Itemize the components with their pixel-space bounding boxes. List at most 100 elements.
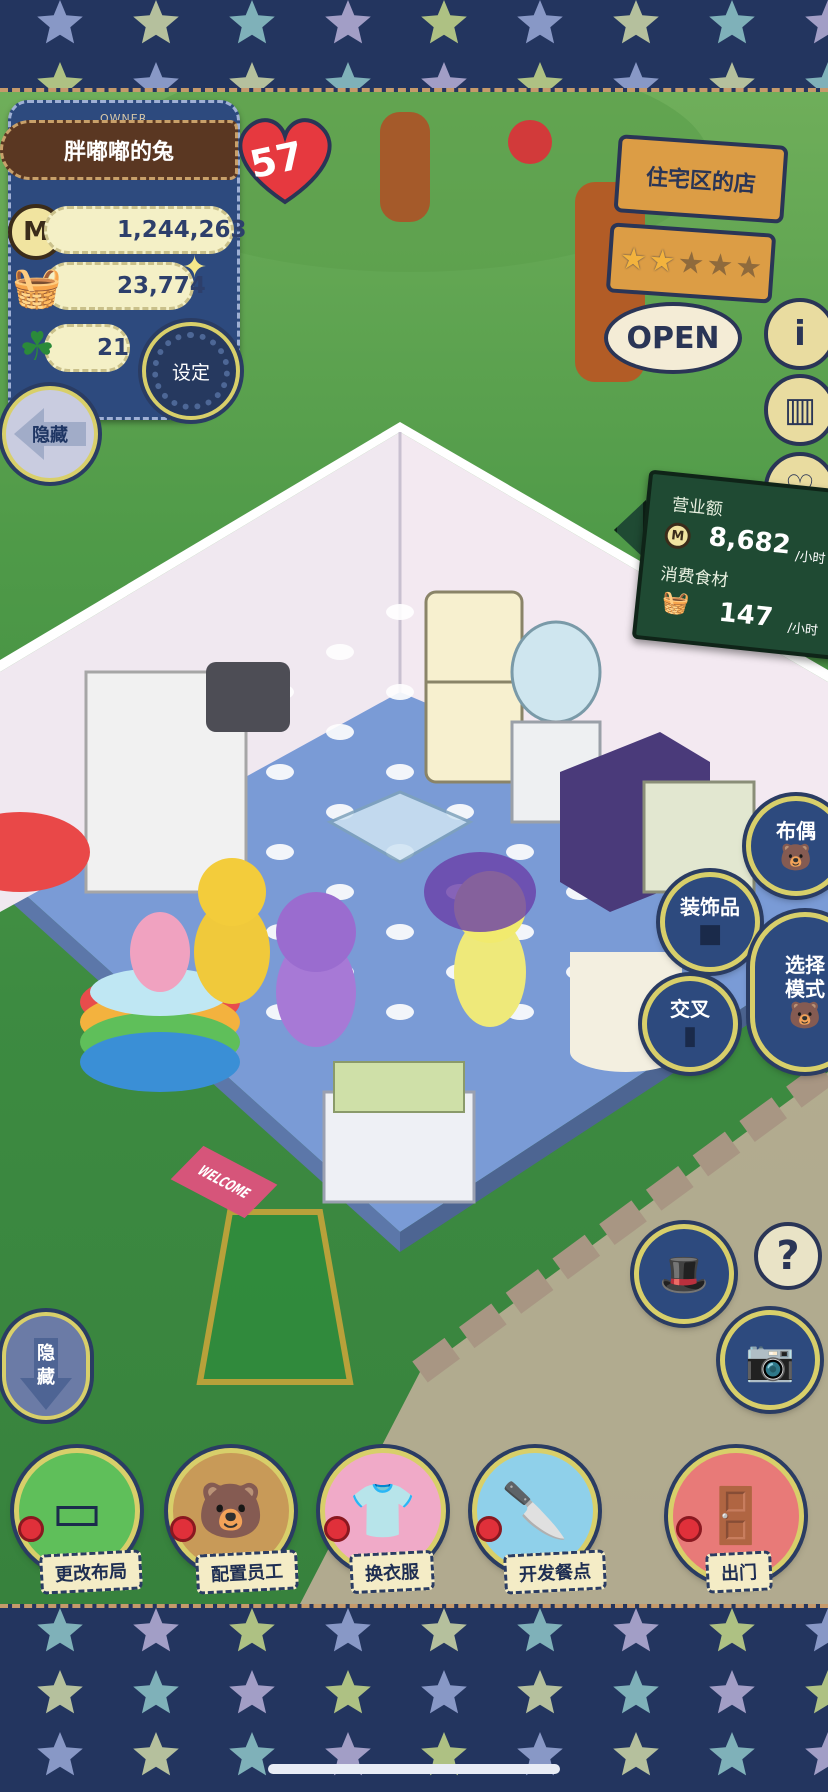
ingredients-value: 23,774 xyxy=(44,262,206,310)
hide-label: 隐藏 xyxy=(32,425,68,446)
top-star-border xyxy=(0,0,828,92)
select-mode-label-2: 模式 xyxy=(785,977,825,1001)
star-pattern-icon xyxy=(229,1670,275,1714)
decorations-label: 装饰品 xyxy=(680,895,740,919)
owner-name[interactable]: 胖嘟嘟的兔 xyxy=(0,120,238,180)
bear-icon: 🐻 xyxy=(788,1001,822,1031)
star-empty-icon: ★ xyxy=(676,244,706,282)
star-pattern-icon xyxy=(133,1732,179,1776)
sales-value: 8,682 xyxy=(707,522,793,561)
star-pattern-icon xyxy=(805,1608,828,1652)
camera-button[interactable]: 📷 xyxy=(720,1310,820,1410)
basket-icon: 🧺 xyxy=(660,589,691,618)
hide-panel-button[interactable]: 隐藏 xyxy=(2,386,98,482)
star-pattern-icon xyxy=(133,62,179,88)
star-pattern-icon xyxy=(517,1670,563,1714)
assign-staff-label[interactable]: 配置员工 xyxy=(195,1549,299,1595)
food-label: 消费食材 xyxy=(659,564,730,592)
star-pattern-icon xyxy=(37,62,83,88)
star-pattern-icon xyxy=(229,62,275,88)
shop-name-sign[interactable]: 住宅区的店 xyxy=(613,134,789,224)
shirt-icon: 👕 xyxy=(349,1479,417,1542)
hat-button[interactable]: 🎩 xyxy=(634,1224,734,1324)
star-pattern-icon xyxy=(517,0,563,44)
cross-label: 交叉 xyxy=(670,997,710,1021)
bear-icon: 🐻 xyxy=(779,843,813,873)
star-pattern-icon xyxy=(613,1732,659,1776)
star-pattern-icon xyxy=(517,1608,563,1652)
star-pattern-icon xyxy=(613,62,659,88)
star-pattern-icon xyxy=(805,0,828,44)
star-pattern-icon xyxy=(421,1670,467,1714)
star-pattern-icon xyxy=(613,1608,659,1652)
hide-label-2: 藏 xyxy=(37,1367,55,1388)
star-pattern-icon xyxy=(709,62,755,88)
food-value: 147 xyxy=(717,597,775,634)
puppet-layout-label: 布偶 xyxy=(776,819,816,843)
home-indicator[interactable] xyxy=(268,1764,560,1774)
star-pattern-icon xyxy=(613,0,659,44)
knife-icon: 🔪 xyxy=(501,1479,569,1542)
star-pattern-icon xyxy=(421,0,467,44)
pin-icon xyxy=(476,1516,502,1542)
camera-icon: 📷 xyxy=(745,1337,795,1384)
table-icon: ▭ xyxy=(51,1479,103,1543)
sales-label: 营业额 xyxy=(670,495,724,521)
star-pattern-icon xyxy=(229,1608,275,1652)
hat-icon: 🎩 xyxy=(659,1251,709,1298)
cross-button[interactable]: 交叉 ▮ xyxy=(642,976,738,1072)
info-button[interactable]: i xyxy=(764,298,828,370)
develop-menu-label[interactable]: 开发餐点 xyxy=(503,1549,607,1595)
door-icon: ▮ xyxy=(682,1021,698,1051)
bear-icon: 🐻 xyxy=(197,1479,265,1542)
help-button[interactable]: ? xyxy=(754,1222,822,1290)
pin-icon xyxy=(170,1516,196,1542)
revenue-board: 营业额 M 8,682 /小时 消费食材 🧺 147 /小时 xyxy=(631,469,828,661)
pin-icon xyxy=(324,1516,350,1542)
sparkle-icon: ✦ xyxy=(182,250,208,285)
basket-icon: 🧺 xyxy=(12,264,62,311)
cube-icon: ■ xyxy=(697,919,723,949)
star-pattern-icon xyxy=(709,0,755,44)
change-layout-label[interactable]: 更改布局 xyxy=(39,1549,143,1595)
star-pattern-icon xyxy=(133,0,179,44)
star-pattern-icon xyxy=(37,1608,83,1652)
pin-icon xyxy=(18,1516,44,1542)
star-pattern-icon xyxy=(325,1670,371,1714)
coins-value: 1,244,263 xyxy=(44,206,247,254)
star-pattern-icon xyxy=(709,1732,755,1776)
book-icon: ▥ xyxy=(783,390,817,430)
star-icon: ★ xyxy=(647,242,677,280)
star-pattern-icon xyxy=(325,62,371,88)
star-pattern-icon xyxy=(133,1670,179,1714)
decorations-button[interactable]: 装饰品 ■ xyxy=(660,872,760,972)
hide-toolbar-button[interactable]: 隐 藏 xyxy=(2,1312,90,1420)
go-out-label[interactable]: 出门 xyxy=(704,1550,774,1594)
star-pattern-icon xyxy=(805,1670,828,1714)
star-empty-icon: ★ xyxy=(734,248,764,286)
star-pattern-icon xyxy=(421,62,467,88)
recipe-book-button[interactable]: ▥ xyxy=(764,374,828,446)
sales-unit: /小时 xyxy=(794,549,827,568)
star-empty-icon: ★ xyxy=(705,246,735,284)
open-status-sign[interactable]: OPEN xyxy=(604,302,742,374)
star-pattern-icon xyxy=(805,1732,828,1776)
star-pattern-icon xyxy=(133,1608,179,1652)
star-pattern-icon xyxy=(229,0,275,44)
select-mode-button[interactable]: 选择 模式 🐻 xyxy=(750,912,828,1072)
star-icon: ★ xyxy=(618,240,648,278)
settings-label: 设定 xyxy=(171,361,210,384)
question-icon: ? xyxy=(776,1233,800,1279)
food-unit: /小时 xyxy=(786,620,819,639)
star-pattern-icon xyxy=(805,62,828,88)
change-clothes-label[interactable]: 换衣服 xyxy=(349,1549,435,1595)
star-pattern-icon xyxy=(613,1670,659,1714)
pin-icon xyxy=(676,1516,702,1542)
hide-label-1: 隐 xyxy=(37,1343,55,1364)
settings-button[interactable]: 设定 xyxy=(142,322,240,420)
star-pattern-icon xyxy=(37,0,83,44)
coin-icon: M xyxy=(663,521,692,551)
star-pattern-icon xyxy=(325,1608,371,1652)
star-pattern-icon xyxy=(709,1608,755,1652)
select-mode-label-1: 选择 xyxy=(785,953,825,977)
